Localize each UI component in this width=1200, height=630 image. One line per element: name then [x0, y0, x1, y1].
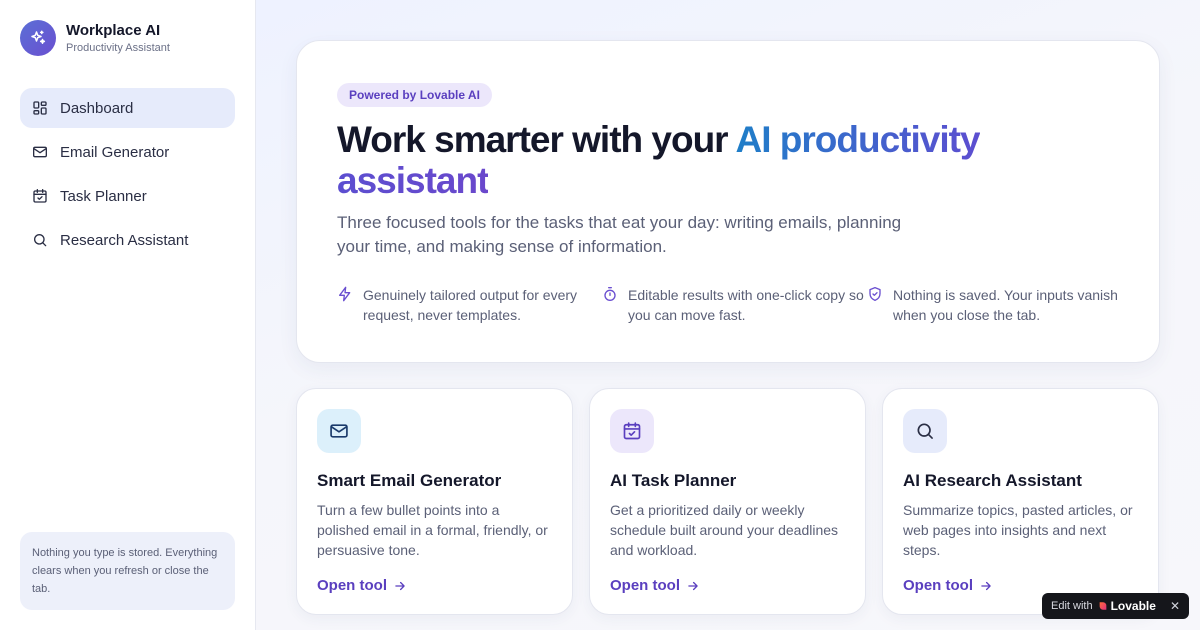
feature-text: Nothing is saved. Your inputs vanish whe… [893, 287, 1118, 323]
main-content: Powered by Lovable AI Work smarter with … [256, 0, 1200, 630]
sidebar-item-dashboard[interactable]: Dashboard [20, 88, 235, 128]
sidebar-item-label: Research Assistant [60, 231, 189, 249]
sidebar-item-label: Dashboard [60, 99, 134, 117]
lovable-heart-icon [1098, 601, 1108, 611]
feature-item: Editable results with one-click copy so … [602, 285, 867, 325]
brand-title: Workplace AI [66, 21, 161, 39]
sidebar: Workplace AI Productivity Assistant Dash… [0, 0, 256, 630]
sparkles-icon [20, 20, 56, 56]
feature-item: Genuinely tailored output for every requ… [337, 285, 602, 325]
hero-card: Powered by Lovable AI Work smarter with … [296, 40, 1160, 363]
open-tool-link[interactable]: Open tool [610, 577, 700, 594]
powered-by-badge: Powered by Lovable AI [337, 83, 492, 107]
sidebar-item-label: Task Planner [60, 187, 147, 205]
open-tool-link[interactable]: Open tool [903, 577, 993, 594]
brand[interactable]: Workplace AI Productivity Assistant [20, 20, 170, 56]
sidebar-item-research-assistant[interactable]: Research Assistant [20, 220, 235, 260]
title-plain: Work smarter with your [337, 119, 736, 160]
open-tool-link[interactable]: Open tool [317, 577, 407, 594]
card-title: AI Task Planner [610, 471, 737, 490]
search-icon [903, 409, 947, 453]
feature-item: Nothing is saved. Your inputs vanish whe… [867, 285, 1132, 325]
edit-with-lovable-badge[interactable]: Edit with Lovable ✕ [1042, 593, 1189, 619]
card-description: Turn a few bullet points into a polished… [317, 502, 548, 558]
feature-list: Genuinely tailored output for every requ… [337, 285, 1137, 325]
privacy-note: Nothing you type is stored. Everything c… [20, 532, 235, 610]
page-title: Work smarter with your AI productivity a… [337, 119, 1097, 201]
edit-with-label: Edit with [1051, 600, 1093, 612]
feature-text: Genuinely tailored output for every requ… [363, 287, 578, 323]
card-description: Get a prioritized daily or weekly schedu… [610, 502, 839, 558]
lightning-icon [337, 286, 353, 302]
sidebar-item-email-generator[interactable]: Email Generator [20, 132, 235, 172]
sidebar-nav: Dashboard Email Generator Task Planner R… [20, 88, 235, 264]
calendar-check-icon [610, 409, 654, 453]
sidebar-item-task-planner[interactable]: Task Planner [20, 176, 235, 216]
dashboard-grid-icon [32, 100, 48, 116]
mail-icon [32, 144, 48, 160]
card-title: Smart Email Generator [317, 471, 502, 490]
card-description: Summarize topics, pasted articles, or we… [903, 502, 1133, 558]
shield-check-icon [867, 286, 883, 302]
lovable-brand: Lovable [1110, 599, 1156, 613]
close-icon[interactable]: ✕ [1170, 599, 1180, 613]
tool-cards: Smart Email Generator Turn a few bullet … [296, 388, 1160, 615]
feature-text: Editable results with one-click copy so … [628, 287, 864, 323]
card-title: AI Research Assistant [903, 471, 1082, 490]
mail-icon [317, 409, 361, 453]
arrow-right-icon [393, 579, 407, 593]
tool-card-research-assistant[interactable]: AI Research Assistant Summarize topics, … [882, 388, 1159, 615]
brand-subtitle: Productivity Assistant [66, 41, 170, 54]
hero-description: Three focused tools for the tasks that e… [337, 213, 902, 256]
arrow-right-icon [686, 579, 700, 593]
arrow-right-icon [979, 579, 993, 593]
open-tool-label: Open tool [610, 577, 680, 594]
calendar-check-icon [32, 188, 48, 204]
search-icon [32, 232, 48, 248]
open-tool-label: Open tool [317, 577, 387, 594]
sidebar-item-label: Email Generator [60, 143, 170, 161]
open-tool-label: Open tool [903, 577, 973, 594]
tool-card-email-generator[interactable]: Smart Email Generator Turn a few bullet … [296, 388, 573, 615]
timer-icon [602, 286, 618, 302]
tool-card-task-planner[interactable]: AI Task Planner Get a prioritized daily … [589, 388, 866, 615]
